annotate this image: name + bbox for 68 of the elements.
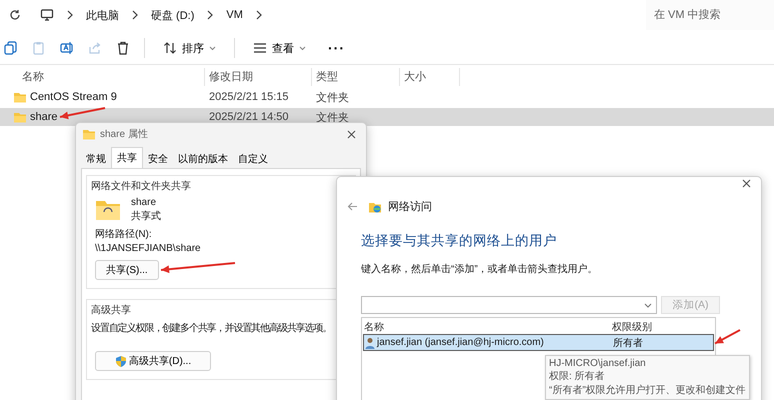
chevron-icon[interactable] [66, 10, 74, 20]
chevron-icon[interactable] [131, 10, 139, 20]
sort-button[interactable]: 排序 [159, 36, 220, 60]
tab[interactable]: 自定义 [233, 150, 273, 168]
instruction-text: 键入名称，然后单击“添加”，或者单击箭头查找用户。 [361, 262, 599, 276]
dialog-heading: 选择要与其共享的网络上的用户 [361, 232, 558, 250]
view-button[interactable]: 查看 [249, 36, 310, 60]
share-button[interactable]: 共享(S)... [95, 260, 159, 280]
list-view-icon [253, 42, 267, 54]
tooltip-line: “所有者”权限允许用户打开、更改和创建文件 [549, 384, 746, 397]
copy-icon[interactable] [4, 41, 18, 55]
search-field[interactable]: 在 VM 中搜索 [646, 0, 774, 30]
breadcrumb-item[interactable]: 此电脑 [86, 8, 119, 22]
caret-icon [644, 302, 652, 308]
path-label: 网络路径(N): [95, 228, 153, 241]
folder-icon [13, 110, 27, 124]
breadcrumb-item[interactable]: VM [226, 9, 243, 21]
column-header[interactable]: 名称 [364, 320, 612, 334]
user-icon [365, 336, 375, 348]
column-header[interactable]: 大小 [400, 68, 460, 86]
sort-icon [163, 42, 177, 54]
folder-name: share [131, 197, 158, 208]
group-title: 高级共享 [91, 304, 132, 317]
chevron-icon[interactable] [206, 10, 214, 20]
close-icon [347, 130, 356, 138]
shield-icon [114, 355, 127, 367]
file-name: CentOS Stream 9 [30, 91, 117, 103]
column-header[interactable]: 类型 [312, 68, 400, 86]
column-header[interactable]: 修改日期 [205, 68, 312, 86]
column-header[interactable]: 权限级别 [612, 320, 711, 334]
tab[interactable]: 共享 [111, 147, 143, 168]
shared-folder-icon [95, 199, 121, 221]
file-name: share [30, 111, 58, 123]
tooltip-line: HJ-MICRO\jansef.jian [549, 358, 647, 369]
column-header[interactable]: 名称 [0, 68, 205, 86]
table-cell-text: 2025/2/21 14:50 [208, 111, 290, 123]
breadcrumb-item[interactable]: 硬盘 (D:) [151, 8, 194, 22]
group-title: 网络文件和文件夹共享 [91, 180, 192, 193]
chevron-icon[interactable] [254, 10, 263, 20]
caret-icon [299, 46, 306, 50]
tab[interactable]: 以前的版本 [173, 150, 233, 168]
computer-icon[interactable] [40, 8, 54, 22]
file-row[interactable]: CentOS Stream 9 2025/2/21 15:15 文件夹 [0, 88, 774, 106]
window-title: 网络访问 [388, 200, 432, 214]
description: 设置自定义权限，创建多个共享，并设置其他高级共享选项。 [91, 322, 332, 335]
more-button[interactable]: ··· [324, 36, 349, 60]
tab[interactable]: 安全 [143, 150, 173, 168]
table-cell-text: 2025/2/21 15:15 [208, 91, 290, 103]
tab[interactable]: 常规 [81, 150, 111, 168]
share-status: 共享式 [131, 210, 161, 223]
rename-icon[interactable] [60, 41, 74, 55]
user-name: jansef.jian (jansef.jian@hj-micro.com) [377, 337, 544, 348]
user-row[interactable]: jansef.jian (jansef.jian@hj-micro.com) 所有者 [363, 334, 714, 351]
advanced-sharing-button[interactable]: 高级共享(D)... [95, 351, 211, 371]
refresh-icon[interactable] [8, 8, 22, 22]
permission-level: 所有者 [613, 336, 644, 350]
tooltip-line: 权限: 所有者 [549, 370, 606, 383]
table-cell-text: 文件夹 [315, 110, 350, 124]
window-title: share 属性 [100, 128, 149, 141]
trash-icon[interactable] [116, 41, 130, 55]
file-row[interactable]: share 2025/2/21 14:50 文件夹 [0, 108, 774, 126]
back-arrow-icon [347, 202, 358, 211]
table-cell-text: 文件夹 [315, 90, 350, 104]
folder-icon [82, 127, 96, 141]
close-icon [742, 179, 751, 188]
folder-icon [13, 90, 27, 104]
caret-icon [209, 46, 216, 50]
network-path: \\1JANSEFJIANB\share [95, 243, 202, 254]
